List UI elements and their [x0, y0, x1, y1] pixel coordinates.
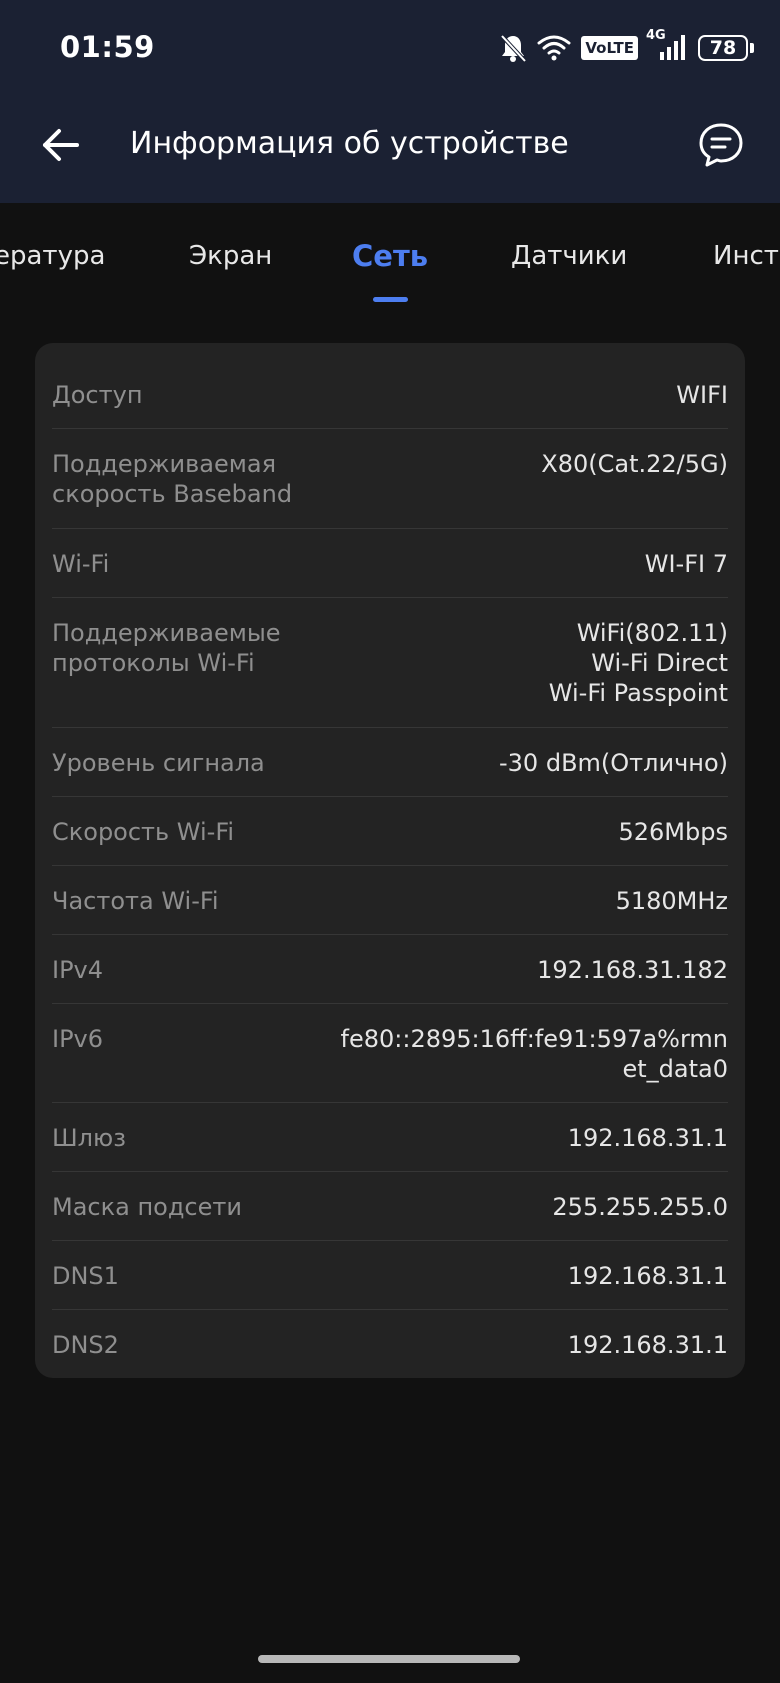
table-row: Маска подсети 255.255.255.0	[52, 1172, 728, 1241]
tab-temperature[interactable]: ература	[0, 241, 105, 271]
status-icons: VoLTE 4G 78	[499, 28, 754, 66]
table-row: IPv4 192.168.31.182	[52, 935, 728, 1004]
row-value: WiFi(802.11) Wi-Fi Direct Wi-Fi Passpoin…	[548, 619, 728, 707]
row-label: Доступ	[52, 381, 143, 409]
battery-icon: 78	[698, 35, 754, 61]
row-value: WIFI	[676, 381, 728, 409]
row-value: -30 dBm(Отлично)	[499, 749, 728, 777]
page-title: Информация об устройстве	[130, 126, 569, 161]
status-bar: 01:59 VoLTE 4G 78	[0, 0, 780, 98]
row-value: fe80::2895:16ff:fe91:597a%rmnet_data0	[340, 1025, 728, 1083]
row-label: Уровень сигнала	[52, 749, 265, 777]
battery-level: 78	[698, 35, 748, 61]
table-row: Уровень сигнала -30 dBm(Отлично)	[52, 728, 728, 797]
tab-bar: ература Экран Сеть Датчики Инстр	[0, 203, 780, 313]
chat-bubble-icon	[699, 123, 743, 167]
table-row: Поддерживаемые протоколы Wi-Fi WiFi(802.…	[52, 598, 728, 728]
row-value: 192.168.31.1	[567, 1124, 728, 1152]
row-label: IPv6	[52, 1025, 104, 1053]
network-info-card: Доступ WIFI Поддерживаемая скорость Base…	[35, 343, 745, 1378]
active-tab-indicator	[373, 297, 408, 302]
row-value: 5180MHz	[615, 887, 728, 915]
row-value: 192.168.31.1	[567, 1262, 728, 1290]
feedback-button[interactable]	[694, 118, 748, 172]
row-value: X80(Cat.22/5G)	[541, 450, 728, 478]
toolbar: Информация об устройстве	[0, 98, 780, 203]
tab-tools[interactable]: Инстр	[713, 241, 780, 271]
row-label: IPv4	[52, 956, 104, 984]
table-row: Wi-Fi WI-FI 7	[52, 529, 728, 598]
table-row: Доступ WIFI	[52, 343, 728, 429]
status-time: 01:59	[60, 30, 155, 64]
wifi-icon	[537, 34, 571, 62]
row-label: Поддерживаемая скорость Baseband	[52, 450, 293, 508]
row-label: Частота Wi-Fi	[52, 887, 219, 915]
row-label: Wi-Fi	[52, 550, 110, 578]
table-row: DNS1 192.168.31.1	[52, 1241, 728, 1310]
table-row: Частота Wi-Fi 5180MHz	[52, 866, 728, 935]
table-row: IPv6 fe80::2895:16ff:fe91:597a%rmnet_dat…	[52, 1004, 728, 1103]
table-row: DNS2 192.168.31.1	[52, 1310, 728, 1378]
table-row: Шлюз 192.168.31.1	[52, 1103, 728, 1172]
battery-tip	[750, 43, 754, 53]
row-label: Поддерживаемые протоколы Wi-Fi	[52, 619, 281, 677]
arrow-left-icon	[43, 129, 79, 161]
row-label: Скорость Wi-Fi	[52, 818, 235, 846]
row-value: 255.255.255.0	[552, 1193, 728, 1221]
tab-screen[interactable]: Экран	[189, 241, 272, 271]
row-label: DNS1	[52, 1262, 119, 1290]
table-row: Поддерживаемая скорость Baseband X80(Cat…	[52, 429, 728, 529]
home-indicator[interactable]	[258, 1655, 520, 1663]
app-header: 01:59 VoLTE 4G 78 Информация об устройст…	[0, 0, 780, 203]
back-button[interactable]	[36, 120, 86, 170]
row-label: DNS2	[52, 1331, 119, 1359]
volte-badge: VoLTE	[581, 36, 638, 60]
row-value: 192.168.31.182	[537, 956, 728, 984]
row-label: Шлюз	[52, 1124, 126, 1152]
row-value: WI-FI 7	[644, 550, 728, 578]
row-value: 526Mbps	[618, 818, 729, 846]
row-value: 192.168.31.1	[567, 1331, 728, 1359]
tab-network[interactable]: Сеть	[352, 239, 428, 273]
signal-icon: 4G	[646, 28, 688, 62]
table-row: Скорость Wi-Fi 526Mbps	[52, 797, 728, 866]
network-type: 4G	[646, 28, 666, 43]
bell-off-icon	[499, 33, 527, 63]
row-label: Маска подсети	[52, 1193, 242, 1221]
tab-sensors[interactable]: Датчики	[511, 241, 627, 271]
